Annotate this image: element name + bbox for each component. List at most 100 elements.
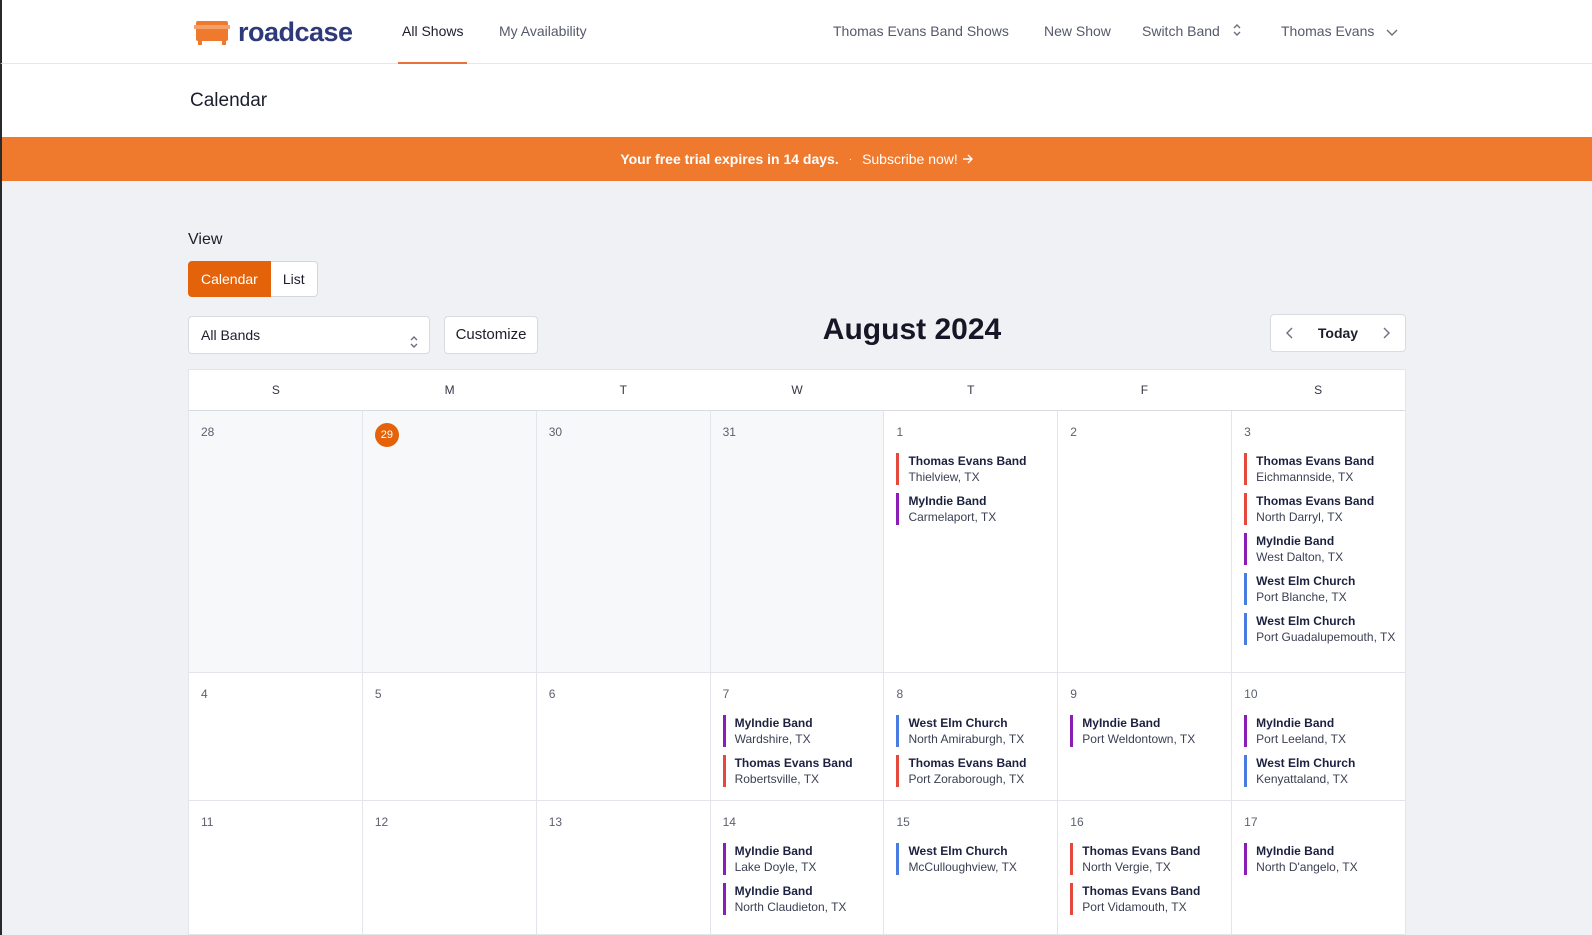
show-event[interactable]: West Elm Church Kenyattaland, TX [1244, 755, 1405, 787]
weekday-label: T [967, 383, 975, 397]
show-event[interactable]: Thomas Evans Band North Vergie, TX [1070, 843, 1231, 875]
band-color-bar [1244, 453, 1248, 485]
calendar-day[interactable]: 8 West Elm Church North Amiraburgh, TX Thom… [884, 673, 1059, 800]
weekday-label: S [1314, 383, 1323, 397]
calendar-day[interactable]: 13 [537, 801, 711, 934]
nav-all-shows[interactable]: All Shows [398, 0, 468, 64]
logo-text: roadcase [238, 17, 353, 47]
calendar-day[interactable]: 2 [1058, 411, 1233, 672]
logo[interactable]: roadcase [194, 17, 353, 48]
calendar-view-button[interactable]: Calendar [188, 261, 271, 297]
nav-band-shows[interactable]: Thomas Evans Band Shows [833, 0, 1009, 64]
band-color-bar [722, 755, 726, 787]
show-event[interactable]: Thomas Evans Band Port Zoraborough, TX [896, 755, 1057, 787]
previous-month-button[interactable] [1281, 324, 1299, 342]
calendar-day[interactable]: 16 Thomas Evans Band North Vergie, TX Thoma… [1058, 801, 1233, 934]
day-number: 5 [374, 687, 382, 701]
show-event[interactable]: Thomas Evans Band Port Vidamouth, TX [1070, 883, 1231, 915]
event-band-name: Thomas Evans Band [734, 756, 853, 770]
band-color-bar [1244, 715, 1248, 747]
show-event[interactable]: MyIndie Band West Dalton, TX [1244, 533, 1405, 565]
event-location: McCulloughview, TX [908, 860, 1017, 874]
show-event[interactable]: Thomas Evans Band Robertsville, TX [722, 755, 884, 787]
calendar-day[interactable]: 5 [363, 673, 537, 800]
show-event[interactable]: MyIndie Band Port Leeland, TX [1244, 715, 1405, 747]
calendar-day[interactable]: 31 [710, 411, 885, 672]
calendar-day[interactable]: 17 MyIndie Band North D'angelo, TX [1232, 801, 1405, 934]
event-band-name: West Elm Church [1256, 574, 1356, 588]
band-select-value: All Bands [201, 327, 261, 343]
band-color-bar [722, 715, 726, 747]
day-number: 10 [1244, 687, 1258, 701]
event-location: North Amiraburgh, TX [908, 732, 1025, 746]
calendar-day[interactable]: 1 Thomas Evans Band Thielview, TX MyIndie B… [884, 411, 1059, 672]
event-location: Thielview, TX [908, 470, 980, 484]
day-number: 6 [548, 687, 556, 701]
show-event[interactable]: West Elm Church North Amiraburgh, TX [896, 715, 1057, 747]
month-title: August 2024 [822, 313, 1002, 346]
show-event[interactable]: MyIndie Band Wardshire, TX [722, 715, 884, 747]
event-location: Lake Doyle, TX [734, 860, 817, 874]
event-location: North Vergie, TX [1082, 860, 1171, 874]
month-navigation: Today [1270, 314, 1406, 352]
calendar-day[interactable]: 28 [189, 411, 363, 672]
show-event[interactable]: MyIndie Band Port Weldontown, TX [1070, 715, 1231, 747]
subscribe-link-label: Subscribe now! [862, 151, 958, 167]
event-location: Robertsville, TX [734, 772, 820, 786]
band-select[interactable]: All Bands [188, 316, 430, 354]
subscribe-link[interactable]: Subscribe now! [862, 151, 974, 167]
day-number: 11 [201, 815, 214, 829]
event-location: Port Zoraborough, TX [908, 772, 1025, 786]
calendar-day[interactable]: 30 [536, 411, 711, 672]
calendar-day[interactable]: 9 MyIndie Band Port Weldontown, TX [1058, 673, 1233, 800]
calendar-day[interactable]: 29 [362, 411, 537, 672]
chevron-up-down-icon [1232, 1, 1242, 63]
nav-my-availability[interactable]: My Availability [499, 0, 587, 64]
calendar-day[interactable]: 7 MyIndie Band Wardshire, TX Thomas Evans B… [711, 673, 885, 800]
calendar-day[interactable]: 11 [189, 801, 363, 934]
calendar-day[interactable]: 10 MyIndie Band Port Leeland, TX West Elm C… [1232, 673, 1405, 800]
show-event[interactable]: West Elm Church McCulloughview, TX [896, 843, 1057, 875]
show-event[interactable]: Thomas Evans Band Thielview, TX [896, 453, 1057, 485]
customize-button[interactable]: Customize [444, 316, 538, 354]
show-event[interactable]: MyIndie Band Lake Doyle, TX [722, 843, 884, 875]
event-band-name: Thomas Evans Band [1256, 454, 1375, 468]
calendar-week: 28 29 30 31 1 Thomas Evans Band Thielview, TX M… [189, 411, 1405, 673]
day-number: 17 [1244, 815, 1258, 829]
calendar-day[interactable]: 14 MyIndie Band Lake Doyle, TX MyIndie Band… [711, 801, 885, 934]
event-location: West Dalton, TX [1256, 550, 1344, 564]
next-month-button[interactable] [1377, 324, 1395, 342]
list-view-button[interactable]: List [270, 261, 318, 297]
user-menu[interactable]: Thomas Evans [1281, 0, 1398, 64]
show-event[interactable]: MyIndie Band North D'angelo, TX [1244, 843, 1405, 875]
day-number: 2 [1070, 425, 1077, 439]
today-button[interactable]: Today [1318, 325, 1358, 341]
calendar-day[interactable]: 15 West Elm Church McCulloughview, TX [884, 801, 1059, 934]
user-name: Thomas Evans [1281, 23, 1375, 39]
calendar-day[interactable]: 4 [189, 673, 363, 800]
event-band-name: MyIndie Band [1256, 534, 1335, 548]
view-toggle: Calendar List [188, 261, 318, 297]
event-location: North Darryl, TX [1256, 510, 1343, 524]
banner-separator: · [848, 153, 853, 165]
band-color-bar [1244, 613, 1248, 645]
show-event[interactable]: Thomas Evans Band North Darryl, TX [1244, 493, 1405, 525]
calendar-day[interactable]: 6 [537, 673, 711, 800]
event-band-name: Thomas Evans Band [1256, 494, 1375, 508]
show-event[interactable]: West Elm Church Port Blanche, TX [1244, 573, 1405, 605]
show-event[interactable]: Thomas Evans Band Eichmannside, TX [1244, 453, 1405, 485]
nav-new-show[interactable]: New Show [1044, 0, 1111, 64]
calendar-day[interactable]: 12 [363, 801, 537, 934]
event-location: Port Guadalupemouth, TX [1256, 630, 1396, 644]
weekday-label: S [271, 383, 280, 397]
day-number: 16 [1070, 815, 1084, 829]
calendar-day[interactable]: 3 Thomas Evans Band Eichmannside, TX Thomas… [1232, 411, 1405, 672]
show-event[interactable]: MyIndie Band North Claudieton, TX [722, 883, 884, 915]
switch-band-dropdown[interactable]: Switch Band [1142, 0, 1242, 64]
event-location: Port Weldontown, TX [1082, 732, 1196, 746]
band-color-bar [896, 453, 900, 485]
day-number: 15 [896, 815, 910, 829]
show-event[interactable]: MyIndie Band Carmelaport, TX [896, 493, 1057, 525]
show-event[interactable]: West Elm Church Port Guadalupemouth, TX [1244, 613, 1405, 645]
band-color-bar [896, 843, 900, 875]
